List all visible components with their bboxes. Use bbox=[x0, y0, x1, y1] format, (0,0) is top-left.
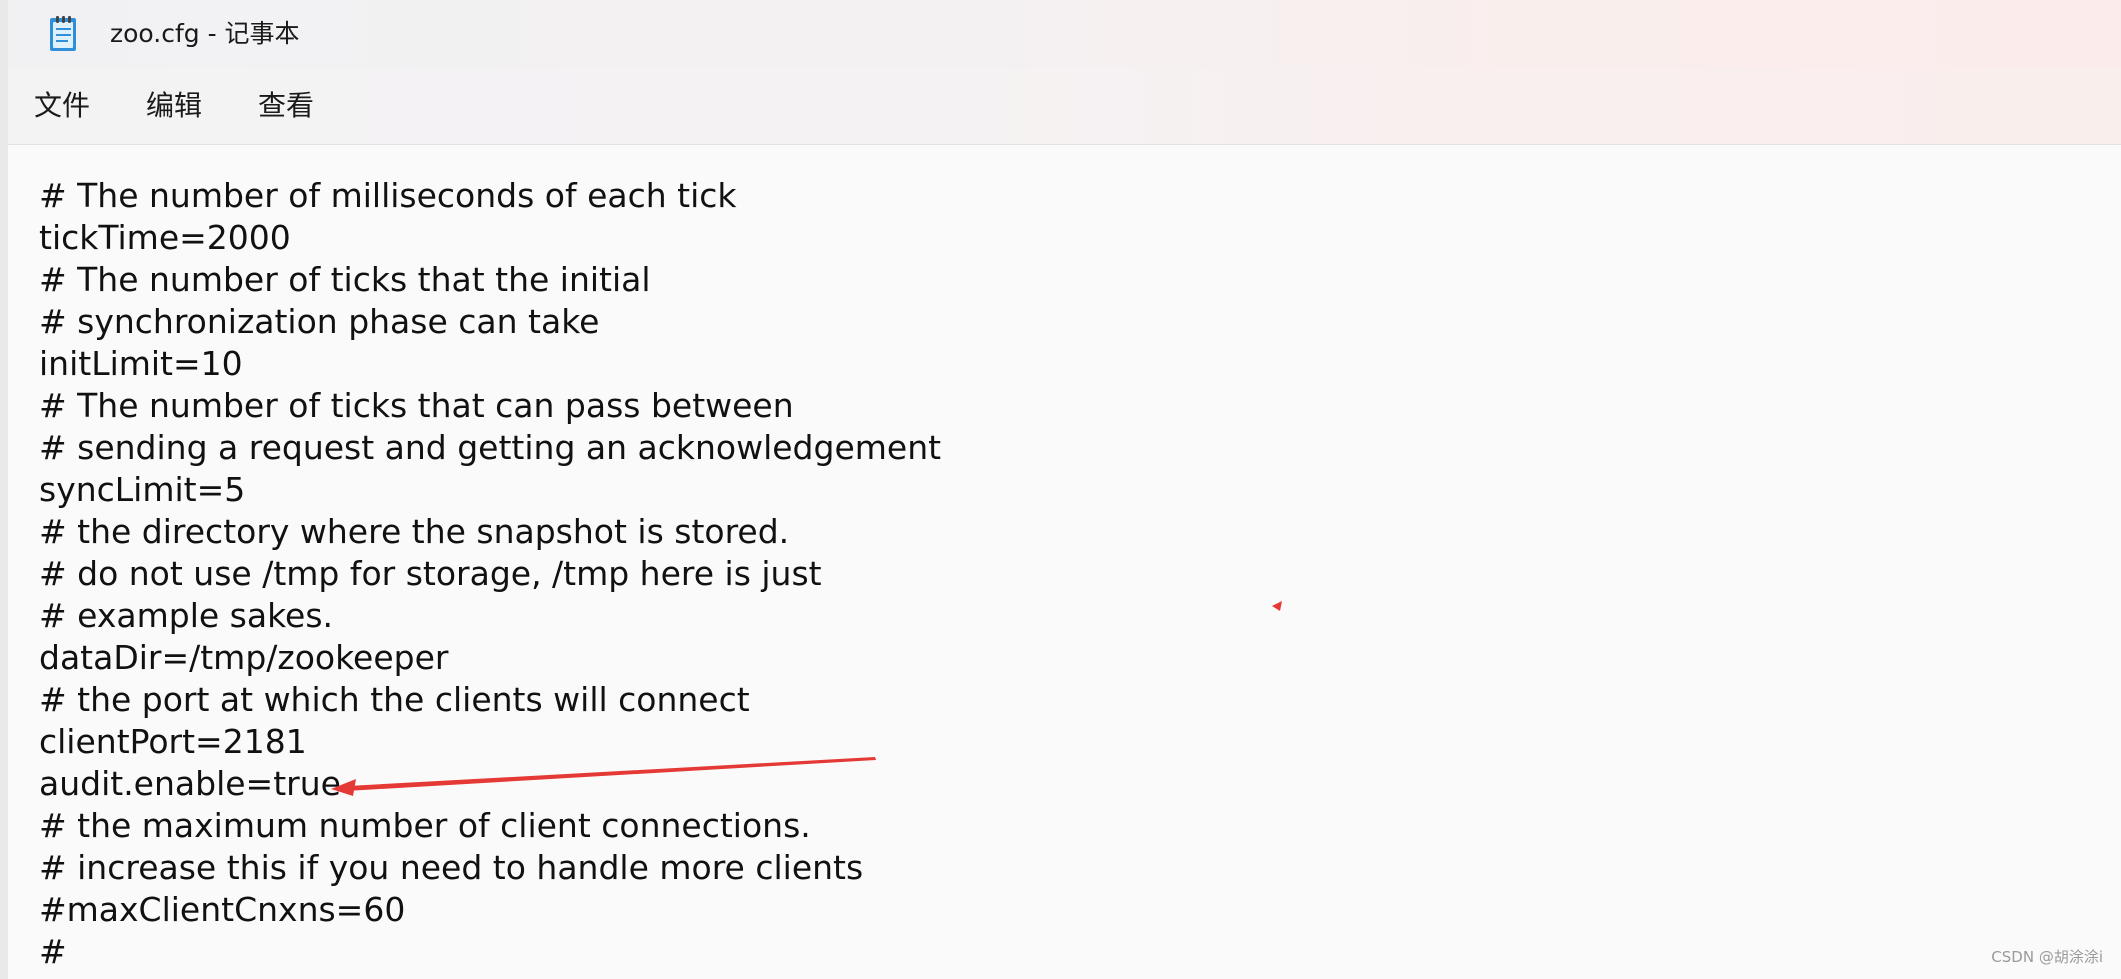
menu-view[interactable]: 查看 bbox=[258, 86, 314, 126]
window-title: zoo.cfg - 记事本 bbox=[110, 19, 300, 48]
notepad-window: zoo.cfg - 记事本 文件 编辑 查看 # The number of m… bbox=[0, 0, 2121, 979]
editor-line: # the maximum number of client connectio… bbox=[39, 806, 811, 845]
menu-file[interactable]: 文件 bbox=[34, 86, 90, 126]
editor-line: # do not use /tmp for storage, /tmp here… bbox=[39, 554, 822, 593]
editor-lines: # The number of milliseconds of each tic… bbox=[39, 175, 941, 973]
editor-line: # bbox=[39, 932, 67, 971]
editor-line: # The number of ticks that can pass betw… bbox=[39, 386, 794, 425]
editor-line: syncLimit=5 bbox=[39, 470, 246, 509]
editor-line: # sending a request and getting an ackno… bbox=[39, 428, 942, 467]
title-bar[interactable]: zoo.cfg - 记事本 bbox=[8, 0, 2121, 68]
editor-line: clientPort=2181 bbox=[39, 722, 307, 761]
editor-line: # increase this if you need to handle mo… bbox=[39, 848, 864, 887]
notepad-icon bbox=[50, 16, 76, 51]
editor-line: initLimit=10 bbox=[39, 344, 243, 383]
window-left-edge bbox=[0, 0, 8, 979]
menu-edit[interactable]: 编辑 bbox=[146, 86, 202, 126]
editor-line: # synchronization phase can take bbox=[39, 302, 600, 341]
editor-line: # The number of milliseconds of each tic… bbox=[39, 176, 737, 215]
editor-line: # the directory where the snapshot is st… bbox=[39, 512, 790, 551]
text-editor[interactable]: # The number of milliseconds of each tic… bbox=[8, 145, 2121, 979]
editor-line: #maxClientCnxns=60 bbox=[39, 890, 406, 929]
menu-bar: 文件 编辑 查看 bbox=[8, 68, 2121, 145]
watermark-text: CSDN @胡涂涂i bbox=[1991, 948, 2103, 966]
editor-line: dataDir=/tmp/zookeeper bbox=[39, 638, 449, 677]
editor-line: tickTime=2000 bbox=[39, 218, 291, 257]
editor-line: # example sakes. bbox=[39, 596, 334, 635]
editor-line: # The number of ticks that the initial bbox=[39, 260, 651, 299]
editor-line: # the port at which the clients will con… bbox=[39, 680, 750, 719]
editor-line-audit-enable: audit.enable=true bbox=[39, 764, 341, 803]
